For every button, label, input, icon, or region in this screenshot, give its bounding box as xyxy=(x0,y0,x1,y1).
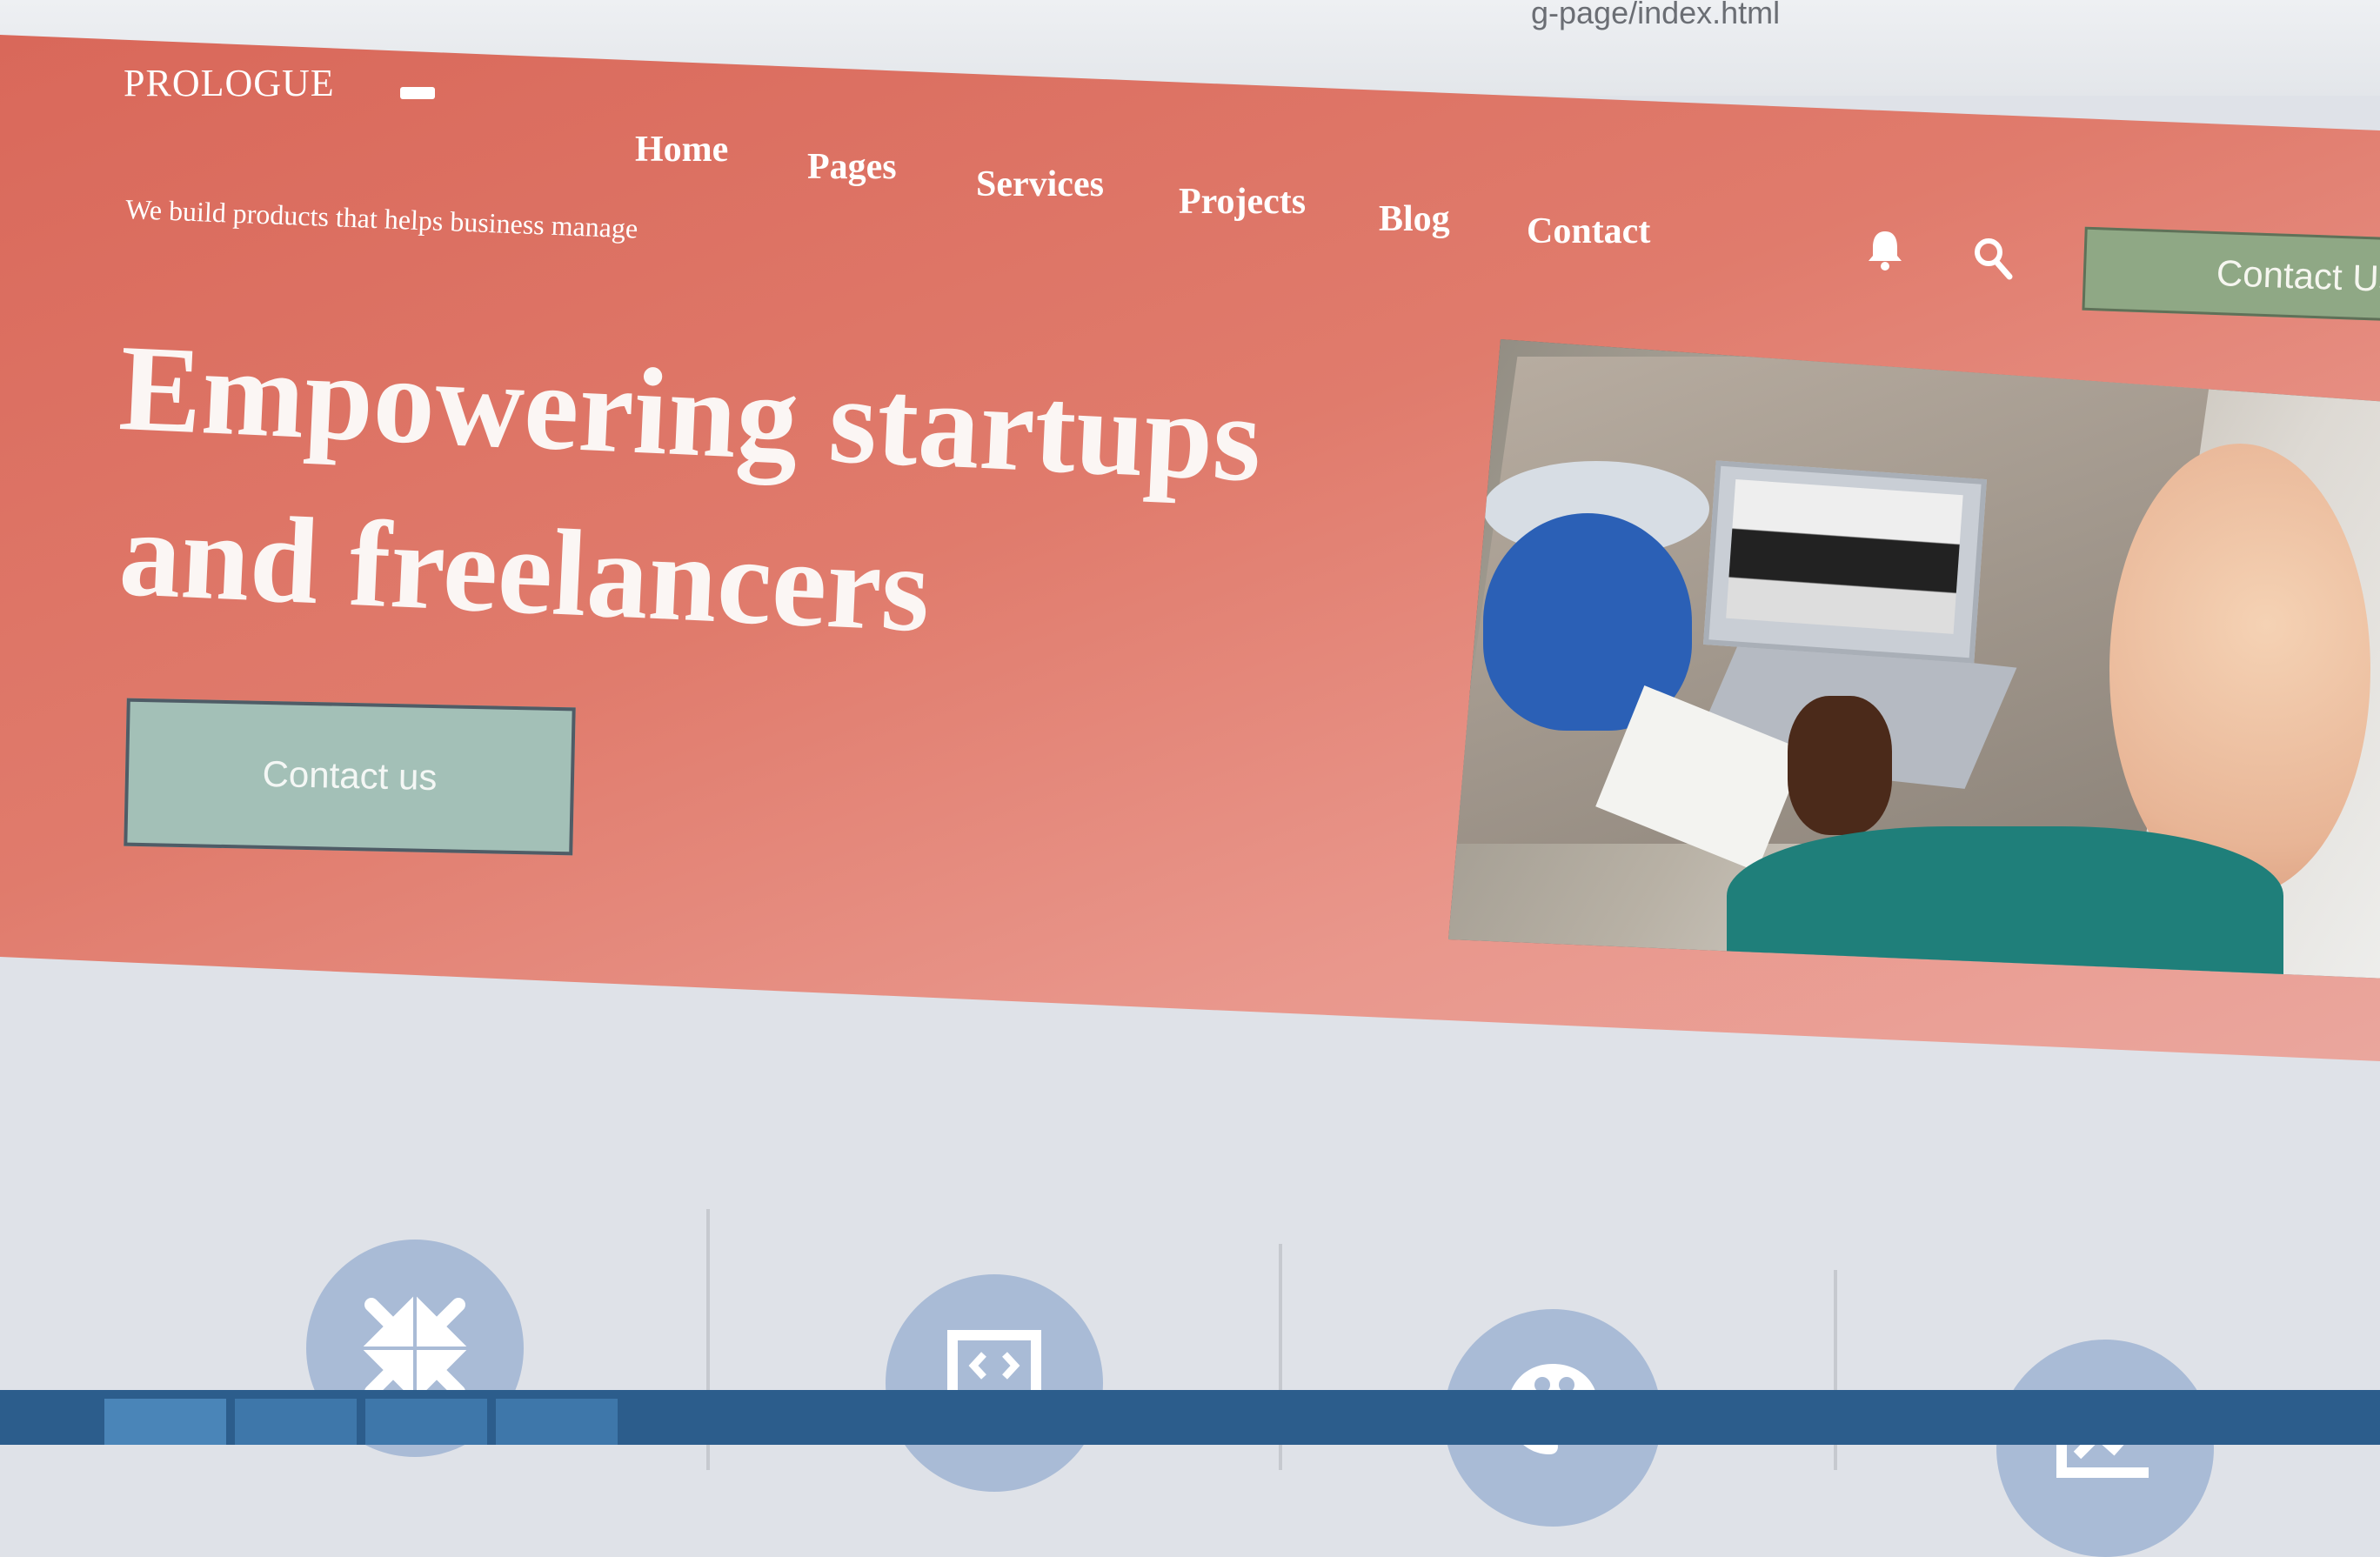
taskbar-app[interactable] xyxy=(496,1399,618,1445)
hero-image xyxy=(1448,339,2380,979)
os-taskbar xyxy=(0,1390,2380,1445)
nav-home[interactable]: Home xyxy=(635,129,728,170)
search-icon[interactable] xyxy=(1973,237,2013,284)
site-logo[interactable]: PROLOGUE xyxy=(124,61,335,105)
nav-contact-us-button[interactable]: Contact Us xyxy=(2082,226,2380,324)
chart-icon xyxy=(1996,1340,2214,1557)
features-section xyxy=(0,1070,2380,1557)
nav-contact[interactable]: Contact xyxy=(1527,210,1650,252)
laptop-code-icon xyxy=(886,1274,1103,1492)
taskbar-app[interactable] xyxy=(104,1399,226,1445)
nav-projects[interactable]: Projects xyxy=(1179,181,1306,223)
menu-toggle-icon[interactable] xyxy=(400,87,435,99)
nav-services[interactable]: Services xyxy=(976,164,1104,205)
bell-icon[interactable] xyxy=(1866,228,1904,276)
taskbar-app[interactable] xyxy=(365,1399,487,1445)
url-text: g-page/index.html xyxy=(1531,0,1781,30)
nav-pages[interactable]: Pages xyxy=(807,146,897,188)
hero-contact-button[interactable]: Contact us xyxy=(124,698,576,856)
nav-blog[interactable]: Blog xyxy=(1379,198,1450,240)
taskbar-app[interactable] xyxy=(235,1399,357,1445)
hero-headline: Empowering startups and freelancers xyxy=(117,304,1267,658)
